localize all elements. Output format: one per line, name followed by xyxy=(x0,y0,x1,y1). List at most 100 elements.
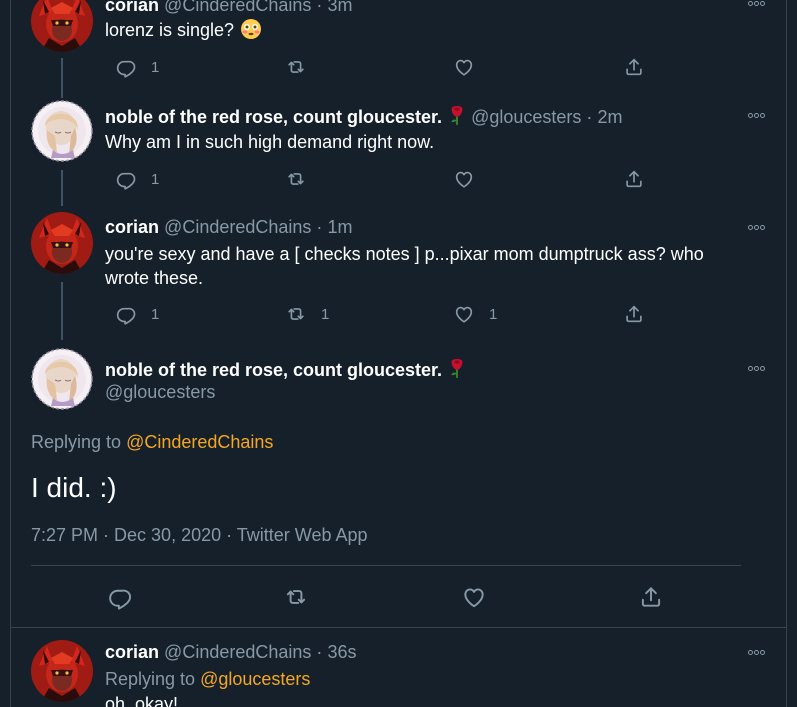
timestamp[interactable]: 36s xyxy=(327,642,356,662)
tweet-header: corian @CinderedChains · 3m xyxy=(105,0,352,16)
reply-icon xyxy=(115,168,137,190)
retweet-button[interactable]: 1 xyxy=(285,301,329,327)
more-icon[interactable] xyxy=(744,106,768,126)
retweet-icon xyxy=(285,303,307,325)
reply-count: 1 xyxy=(151,170,160,188)
reply-button[interactable]: 1 xyxy=(115,166,159,192)
avatar[interactable] xyxy=(31,348,93,410)
like-button[interactable]: 1 xyxy=(453,301,497,327)
tweet-handle-line: @gloucesters xyxy=(105,381,215,403)
reply-icon xyxy=(107,584,133,610)
thread-connector xyxy=(61,282,63,340)
rose-emoji-icon xyxy=(448,104,466,126)
tweet-meta[interactable]: 7:27 PM · Dec 30, 2020 · Twitter Web App xyxy=(31,524,368,546)
replying-to-label: Replying to xyxy=(31,432,122,452)
display-name[interactable]: corian xyxy=(105,217,159,237)
more-icon[interactable] xyxy=(744,643,768,663)
like-icon xyxy=(453,303,475,325)
reply-button[interactable]: 1 xyxy=(115,54,159,80)
tweet-actions xyxy=(105,584,665,610)
replying-to-line: Replying to @gloucesters xyxy=(105,668,310,690)
avatar[interactable] xyxy=(31,0,93,52)
focused-tweet: noble of the red rose, count gloucester.… xyxy=(11,340,786,627)
more-icon[interactable] xyxy=(744,359,768,379)
share-icon xyxy=(623,56,645,78)
like-button[interactable] xyxy=(453,166,489,192)
flushed-emoji-icon xyxy=(240,18,262,40)
reply-button[interactable] xyxy=(107,584,133,610)
replying-to-link[interactable]: @CinderedChains xyxy=(126,432,273,452)
retweet-icon xyxy=(285,56,307,78)
avatar[interactable] xyxy=(31,100,93,162)
share-icon xyxy=(623,168,645,190)
share-icon xyxy=(638,584,664,610)
reply-tweet[interactable]: corian @CinderedChains · 36s Replying to… xyxy=(11,628,786,707)
tweet-header: noble of the red rose, count gloucester.… xyxy=(105,104,622,128)
rose-emoji-icon xyxy=(448,357,466,379)
tweet-text: Why am I in such high demand right now. xyxy=(105,132,435,152)
separator-dot: · xyxy=(316,217,323,237)
timeline: corian @CinderedChains · 3m lorenz is si… xyxy=(10,0,787,707)
like-icon xyxy=(453,56,475,78)
timestamp[interactable]: 2m xyxy=(597,107,622,127)
share-button[interactable] xyxy=(623,301,645,327)
retweet-icon xyxy=(285,168,307,190)
avatar[interactable] xyxy=(31,212,93,274)
like-icon xyxy=(453,168,475,190)
thread-connector xyxy=(61,58,63,98)
tweet-actions: 1 xyxy=(105,54,665,80)
thread-connector xyxy=(61,170,63,206)
handle[interactable]: @CinderedChains xyxy=(164,642,311,662)
display-name[interactable]: corian xyxy=(105,0,159,15)
like-icon xyxy=(461,584,487,610)
retweet-button[interactable] xyxy=(285,54,321,80)
like-count: 1 xyxy=(489,305,498,323)
more-icon[interactable] xyxy=(744,218,768,238)
reply-count: 1 xyxy=(151,58,160,76)
reply-icon xyxy=(115,303,137,325)
like-button[interactable] xyxy=(453,54,489,80)
retweet-icon xyxy=(283,584,309,610)
focused-tweet-text: I did. :) xyxy=(31,472,117,503)
retweet-button[interactable] xyxy=(285,166,321,192)
share-button[interactable] xyxy=(638,584,664,610)
share-button[interactable] xyxy=(623,166,645,192)
reply-icon xyxy=(115,56,137,78)
handle[interactable]: @gloucesters xyxy=(105,382,215,402)
thread-tweet[interactable]: corian @CinderedChains · 3m lorenz is si… xyxy=(11,0,786,110)
reply-button[interactable]: 1 xyxy=(115,301,159,327)
avatar[interactable] xyxy=(31,640,93,702)
display-name[interactable]: corian xyxy=(105,642,159,662)
thread-tweet[interactable]: corian @CinderedChains · 1m you're sexy … xyxy=(11,212,786,340)
timestamp[interactable]: 3m xyxy=(327,0,352,15)
display-name[interactable]: noble of the red rose, count gloucester. xyxy=(105,360,442,380)
tweet-text-content: lorenz is single? xyxy=(105,20,235,40)
replying-to-line: Replying to @CinderedChains xyxy=(31,431,273,453)
timestamp[interactable]: 1m xyxy=(327,217,352,237)
tweet-header: corian @CinderedChains · 1m xyxy=(105,216,352,238)
tweet-actions: 1 1 1 xyxy=(105,301,665,327)
divider xyxy=(31,565,741,566)
handle[interactable]: @gloucesters xyxy=(471,107,581,127)
tweet-actions: 1 xyxy=(105,166,665,192)
more-icon[interactable] xyxy=(744,0,768,14)
share-button[interactable] xyxy=(623,54,645,80)
separator-dot: · xyxy=(316,642,323,662)
retweet-button[interactable] xyxy=(283,584,309,610)
display-name[interactable]: noble of the red rose, count gloucester. xyxy=(105,107,442,127)
tweet-text: oh, okay! xyxy=(105,694,179,707)
tweet-header: corian @CinderedChains · 36s xyxy=(105,641,356,663)
replying-to-link[interactable]: @gloucesters xyxy=(200,669,310,689)
retweet-count: 1 xyxy=(321,305,330,323)
handle[interactable]: @CinderedChains xyxy=(164,0,311,15)
replying-to-label: Replying to xyxy=(105,669,196,689)
handle[interactable]: @CinderedChains xyxy=(164,217,311,237)
thread-tweet[interactable]: noble of the red rose, count gloucester.… xyxy=(11,100,786,212)
separator-dot: · xyxy=(586,107,593,127)
reply-count: 1 xyxy=(151,305,160,323)
tweet-text: lorenz is single? xyxy=(105,18,755,42)
share-icon xyxy=(623,303,645,325)
like-button[interactable] xyxy=(461,584,487,610)
separator-dot: · xyxy=(316,0,323,15)
tweet-text: you're sexy and have a [ checks notes ] … xyxy=(105,244,704,288)
